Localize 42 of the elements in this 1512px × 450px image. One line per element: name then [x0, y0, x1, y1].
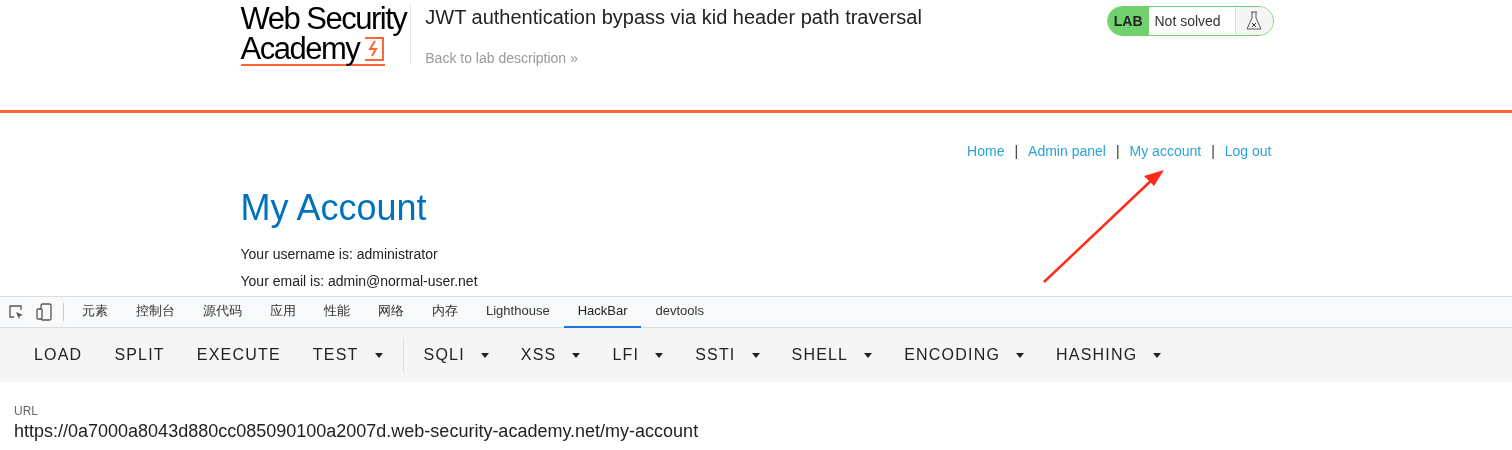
toolbar-button[interactable]: SPLIT: [98, 337, 181, 373]
inspect-icon[interactable]: [8, 304, 24, 320]
devtools-tab[interactable]: 性能: [310, 296, 364, 328]
account-info-text: Your email is: admin@normal-user.net: [240, 272, 479, 291]
caret-icon: [751, 352, 760, 358]
lab-status-badge: LAB Not solved: [1106, 6, 1274, 36]
nav-separator: |: [1211, 142, 1215, 161]
caret-icon: [374, 352, 383, 358]
caret-icon: [1016, 352, 1025, 358]
page-heading: My Account: [240, 188, 428, 228]
logo[interactable]: Web Security Academy: [240, 4, 412, 64]
toolbar-dropdown[interactable]: LFI: [596, 337, 680, 373]
toolbar-button[interactable]: LOAD: [18, 337, 99, 373]
caret-icon: [1153, 352, 1162, 358]
toolbar-dropdown[interactable]: SHELL: [775, 337, 889, 373]
url-label: URL: [14, 403, 39, 420]
caret-icon: [572, 352, 581, 358]
toolbar-dropdown[interactable]: XSS: [504, 337, 597, 373]
nav-separator: |: [1014, 142, 1019, 161]
account-info-text: Your username is: administrator: [240, 245, 439, 264]
toolbar-dropdown[interactable]: ENCODING: [888, 337, 1041, 373]
devtools-tab[interactable]: devtools: [641, 296, 718, 328]
devtools-tab[interactable]: 控制台: [122, 296, 189, 328]
devtools-tab[interactable]: 源代码: [189, 296, 256, 328]
toolbar-dropdown[interactable]: HASHING: [1040, 337, 1178, 373]
lab-title: JWT authentication bypass via kid header path traversal: [425, 5, 922, 30]
devtools-tab[interactable]: 元素: [68, 296, 122, 328]
device-toggle-icon[interactable]: [36, 303, 52, 321]
url-field[interactable]: https://0a7000a8043d880cc085090100a2007d.web-security-academy.net/my-account: [14, 420, 914, 442]
toolbar-dropdown[interactable]: SSTI: [679, 337, 776, 373]
devtools-tab[interactable]: 内存: [418, 296, 472, 328]
devtools-tab[interactable]: 应用: [256, 296, 310, 328]
devtools-tab[interactable]: 网络: [364, 296, 418, 328]
nav-separator: |: [1115, 142, 1120, 161]
caret-icon: [655, 352, 664, 358]
toolbar-dropdown[interactable]: SQLI: [407, 337, 505, 373]
caret-icon: [480, 352, 489, 358]
caret-icon: [864, 352, 873, 358]
toolbar-dropdown[interactable]: TEST: [296, 337, 399, 373]
devtools-tab[interactable]: Lighthouse: [472, 296, 564, 328]
flask-icon: [1246, 11, 1262, 31]
toolbar-button[interactable]: EXECUTE: [180, 337, 297, 373]
